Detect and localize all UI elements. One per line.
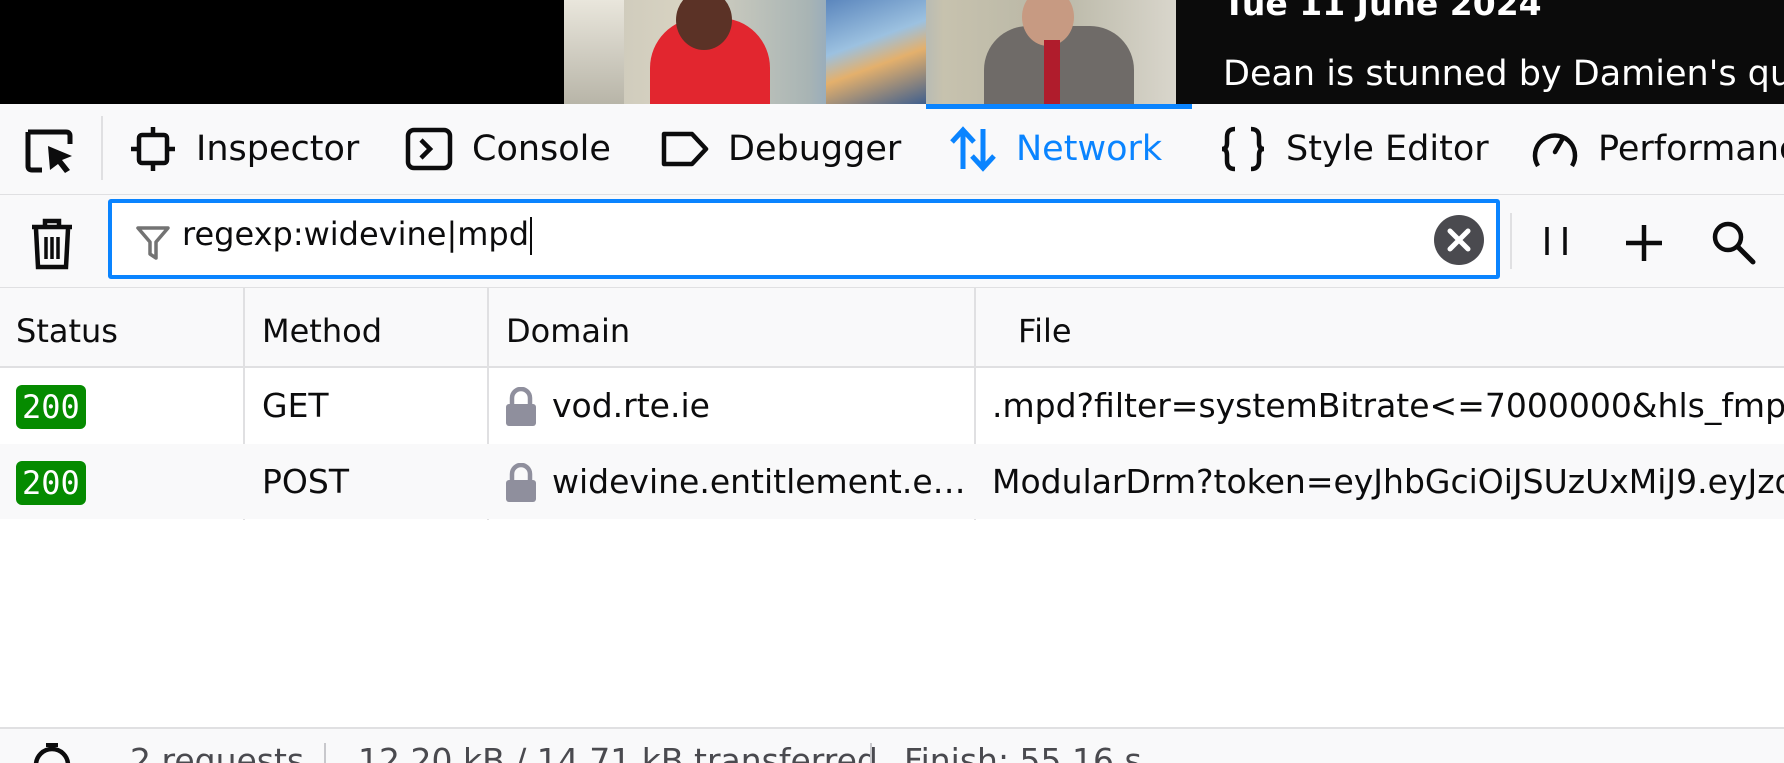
episode-date: Tue 11 June 2024 <box>1223 0 1542 23</box>
filter-input[interactable]: regexp:widevine|mpd <box>108 199 1500 279</box>
tab-performance[interactable]: Performanc <box>1530 104 1784 194</box>
domain-cell: widevine.entitlement.e… <box>552 462 966 501</box>
tab-style-editor[interactable]: Style Editor <box>1218 104 1489 194</box>
network-filter-bar: regexp:widevine|mpd <box>0 195 1784 288</box>
video-thumbnail[interactable] <box>564 0 1176 104</box>
status-separator <box>870 743 872 763</box>
method-cell: GET <box>262 386 329 425</box>
domain-cell: vod.rte.ie <box>552 386 710 425</box>
debugger-icon <box>660 124 710 174</box>
tab-debugger[interactable]: Debugger <box>660 104 901 194</box>
inspector-icon <box>128 124 178 174</box>
tab-label: Debugger <box>728 129 902 169</box>
transferred-size: 12.20 kB / 14.71 kB transferred <box>358 741 878 763</box>
tab-inspector[interactable]: Inspector <box>128 104 359 194</box>
tab-network[interactable]: Network <box>948 104 1162 194</box>
element-picker-icon[interactable] <box>22 126 78 176</box>
clear-filter-icon[interactable] <box>1434 215 1484 265</box>
filter-text: regexp:widevine|mpd <box>182 215 530 253</box>
tab-label: Console <box>472 129 611 169</box>
file-cell: .mpd?filter=systemBitrate<=7000000&hls_f… <box>992 386 1784 425</box>
column-header-file[interactable]: File <box>1018 288 1072 366</box>
column-header-method[interactable]: Method <box>262 288 382 366</box>
status-badge: 200 <box>16 385 86 429</box>
pause-icon[interactable] <box>1536 221 1576 261</box>
thumb-shelf <box>564 0 624 104</box>
status-badge: 200 <box>16 461 86 505</box>
tab-label: Network <box>1016 129 1163 169</box>
network-icon <box>948 124 998 174</box>
console-icon <box>404 124 454 174</box>
filter-value: regexp:widevine|mpd <box>182 215 533 255</box>
trash-icon[interactable] <box>28 217 76 270</box>
episode-info: Tue 11 June 2024 Dean is stunned by Dami… <box>1176 0 1784 104</box>
search-icon[interactable] <box>1710 219 1756 265</box>
filter-separator <box>1510 213 1512 269</box>
episode-description: Dean is stunned by Damien's qu <box>1223 54 1784 94</box>
lock-icon <box>504 386 538 427</box>
file-cell: ModularDrm?token=eyJhbGciOiJSUzUxMiJ9.ey… <box>992 462 1784 501</box>
thumb-figure-tie <box>1044 40 1060 104</box>
network-status-bar: 2 requests 12.20 kB / 14.71 kB transferr… <box>0 727 1784 763</box>
table-row[interactable]: 200 GET vod.rte.ie .mpd?filter=systemBit… <box>0 368 1784 443</box>
column-header-status[interactable]: Status <box>16 288 118 366</box>
method-cell: POST <box>262 462 349 501</box>
lock-icon <box>504 462 538 503</box>
column-header-domain[interactable]: Domain <box>506 288 630 366</box>
toolbar-separator <box>101 116 103 180</box>
thumb-poster <box>826 0 926 104</box>
finish-time: Finish: 55.16 s <box>904 741 1142 763</box>
performance-icon <box>1530 124 1580 174</box>
tab-label: Performanc <box>1598 129 1784 169</box>
request-count: 2 requests <box>130 741 305 763</box>
tab-console[interactable]: Console <box>404 104 611 194</box>
style-editor-icon <box>1218 124 1268 174</box>
filter-icon <box>136 225 170 261</box>
tab-label: Style Editor <box>1286 129 1489 169</box>
table-row[interactable]: 200 POST widevine.entitlement.e… Modular… <box>0 444 1784 519</box>
text-caret <box>530 217 533 255</box>
video-strip: Tue 11 June 2024 Dean is stunned by Dami… <box>0 0 1784 104</box>
selected-tab-indicator <box>926 104 1192 109</box>
status-separator <box>324 743 326 763</box>
plus-icon[interactable] <box>1622 221 1666 265</box>
devtools-toolbar: Inspector Console Debugger Network Style… <box>0 104 1784 195</box>
requests-table-header: Status Method Domain File <box>0 288 1784 368</box>
tab-label: Inspector <box>196 129 360 169</box>
stopwatch-icon[interactable] <box>30 741 74 763</box>
